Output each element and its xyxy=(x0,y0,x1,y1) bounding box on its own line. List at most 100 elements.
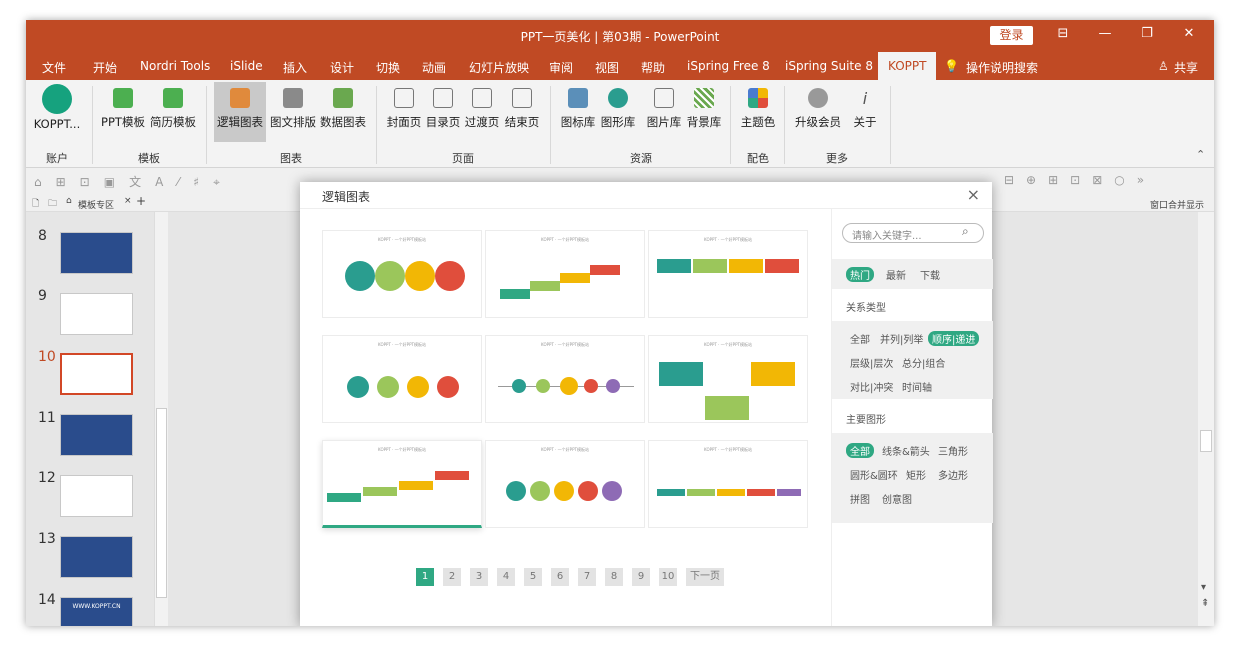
template-card[interactable]: KOPPT · 一个好PPT模板站 xyxy=(648,230,808,318)
icon-library-button[interactable]: 图标库 xyxy=(558,84,598,130)
collapse-ribbon-icon[interactable]: ⌃ xyxy=(1196,148,1205,161)
page-5[interactable]: 5 xyxy=(524,568,542,586)
transition-page-button[interactable]: 过渡页 xyxy=(462,84,502,130)
restore-icon[interactable]: ❐ xyxy=(1138,26,1156,41)
slide-thumbnail[interactable] xyxy=(60,536,133,578)
shape-library-button[interactable]: 图形库 xyxy=(598,84,638,130)
folder-icon[interactable]: 🗀 xyxy=(48,196,57,212)
shape-polygon[interactable]: 多边形 xyxy=(938,467,968,482)
template-card[interactable]: KOPPT · 一个好PPT模板站 xyxy=(485,335,645,423)
search-icon[interactable]: ⌕ xyxy=(962,224,969,239)
relation-hierarchy[interactable]: 层级|层次 xyxy=(850,355,893,370)
page-3[interactable]: 3 xyxy=(470,568,488,586)
relation-all[interactable]: 全部 xyxy=(850,331,870,346)
template-card[interactable]: KOPPT · 一个好PPT模板站 xyxy=(485,230,645,318)
template-card[interactable]: KOPPT · 一个好PPT模板站 xyxy=(322,230,482,318)
menu-home[interactable]: 开始 xyxy=(93,59,117,76)
slide-thumbnail[interactable] xyxy=(60,232,133,274)
menu-ispring-free[interactable]: iSpring Free 8 xyxy=(687,59,770,73)
sort-new[interactable]: 最新 xyxy=(886,267,906,282)
template-card[interactable]: KOPPT · 一个好PPT模板站 xyxy=(648,440,808,528)
login-button[interactable]: 登录 xyxy=(990,26,1033,45)
relation-contrast[interactable]: 对比|冲突 xyxy=(850,379,893,394)
relation-parallel[interactable]: 并列|列举 xyxy=(880,331,923,346)
menu-view[interactable]: 视图 xyxy=(595,59,619,76)
slide-thumbnail-current[interactable] xyxy=(60,353,133,395)
menu-nordri-tools[interactable]: Nordri Tools xyxy=(140,59,210,73)
scrollbar-thumb[interactable] xyxy=(1200,430,1212,452)
menu-help[interactable]: 帮助 xyxy=(641,59,665,76)
toc-page-button[interactable]: 目录页 xyxy=(424,84,462,130)
relation-timeline[interactable]: 时间轴 xyxy=(902,379,932,394)
resume-template-button[interactable]: 简历模板 xyxy=(148,84,198,130)
template-card[interactable]: KOPPT · 一个好PPT模板站 xyxy=(648,335,808,423)
menu-file[interactable]: 文件 xyxy=(42,59,66,76)
window-merge-toggle[interactable]: 窗口合并显示 xyxy=(1150,198,1204,211)
shape-all[interactable]: 全部 xyxy=(846,443,874,458)
template-zone-tab[interactable]: 模板专区 xyxy=(78,198,114,211)
page-9[interactable]: 9 xyxy=(632,568,650,586)
shape-rectangle[interactable]: 矩形 xyxy=(906,467,926,482)
relation-combination[interactable]: 总分|组合 xyxy=(902,355,945,370)
page-2[interactable]: 2 xyxy=(443,568,461,586)
sort-hot[interactable]: 热门 xyxy=(846,267,874,282)
shape-circle-ring[interactable]: 圆形&圆环 xyxy=(850,467,898,482)
relation-sequence[interactable]: 顺序|递进 xyxy=(928,331,980,346)
page-7[interactable]: 7 xyxy=(578,568,596,586)
about-button[interactable]: i 关于 xyxy=(848,84,882,130)
menu-transitions[interactable]: 切换 xyxy=(376,59,400,76)
menu-islide[interactable]: iSlide xyxy=(230,59,263,73)
prev-slide-icon[interactable]: ⇞ xyxy=(1201,598,1209,609)
layout-button[interactable]: 图文排版 xyxy=(268,84,318,130)
tab-close-icon[interactable]: × xyxy=(124,196,132,206)
slide-thumbnail[interactable] xyxy=(60,293,133,335)
ribbon-display-icon[interactable]: ⊟ xyxy=(1054,26,1072,41)
tell-me-search[interactable]: 操作说明搜索 xyxy=(966,59,1038,76)
template-card[interactable]: KOPPT · 一个好PPT模板站 xyxy=(322,335,482,423)
template-card-hovered[interactable]: KOPPT · 一个好PPT模板站 xyxy=(322,440,482,528)
page-6[interactable]: 6 xyxy=(551,568,569,586)
template-card[interactable]: KOPPT · 一个好PPT模板站 xyxy=(485,440,645,528)
menu-design[interactable]: 设计 xyxy=(330,59,354,76)
next-page-button[interactable]: 下一页 xyxy=(686,568,724,586)
slide-thumbnail[interactable]: WWW.KOPPT.CN xyxy=(60,597,133,626)
shape-creative[interactable]: 创意图 xyxy=(882,491,912,506)
menu-koppt[interactable]: KOPPT xyxy=(878,52,937,80)
menu-review[interactable]: 审阅 xyxy=(549,59,573,76)
shape-triangle[interactable]: 三角形 xyxy=(938,443,968,458)
close-icon[interactable]: × xyxy=(967,185,980,204)
menu-slideshow[interactable]: 幻灯片放映 xyxy=(469,59,529,76)
editor-scrollbar[interactable]: ▾ ⇞ xyxy=(1198,212,1214,626)
shape-puzzle[interactable]: 拼图 xyxy=(850,491,870,506)
share-button[interactable]: 共享 xyxy=(1174,59,1198,76)
scrollbar-thumb[interactable] xyxy=(156,408,167,598)
data-chart-button[interactable]: 数据图表 xyxy=(318,84,368,130)
koppt-account-button[interactable]: KOPPT... xyxy=(32,84,82,131)
logic-chart-button[interactable]: 逻辑图表 xyxy=(214,82,266,142)
page-10[interactable]: 10 xyxy=(659,568,677,586)
slide-thumbnail[interactable] xyxy=(60,475,133,517)
toolbar-icons-right[interactable]: ⊟⊕⊞⊡⊠○» xyxy=(1004,173,1156,187)
page-8[interactable]: 8 xyxy=(605,568,623,586)
upgrade-member-button[interactable]: 升级会员 xyxy=(792,84,844,130)
menu-insert[interactable]: 插入 xyxy=(283,59,307,76)
home-icon[interactable]: ⌂ xyxy=(66,196,72,206)
page-4[interactable]: 4 xyxy=(497,568,515,586)
chevron-down-icon[interactable]: ▾ xyxy=(1201,582,1206,593)
background-library-button[interactable]: 背景库 xyxy=(684,84,724,130)
close-icon[interactable]: ✕ xyxy=(1180,26,1198,41)
ppt-template-button[interactable]: PPT模板 xyxy=(100,84,146,130)
menu-ispring-suite[interactable]: iSpring Suite 8 xyxy=(785,59,873,73)
end-page-button[interactable]: 结束页 xyxy=(502,84,542,130)
minimize-icon[interactable]: — xyxy=(1096,26,1114,41)
new-doc-icon[interactable]: 🗋 xyxy=(32,196,39,212)
slide-thumbnail[interactable] xyxy=(60,414,133,456)
theme-color-button[interactable]: 主题色 xyxy=(738,84,778,130)
image-library-button[interactable]: 图片库 xyxy=(644,84,684,130)
thumbnail-scrollbar[interactable] xyxy=(154,212,168,626)
shape-lines-arrows[interactable]: 线条&箭头 xyxy=(882,443,930,458)
add-tab-icon[interactable]: + xyxy=(136,194,146,208)
cover-page-button[interactable]: 封面页 xyxy=(384,84,424,130)
toolbar-icons-left[interactable]: ⌂⊞⊡▣文A⁄♯⌖ xyxy=(34,173,234,190)
menu-animations[interactable]: 动画 xyxy=(422,59,446,76)
